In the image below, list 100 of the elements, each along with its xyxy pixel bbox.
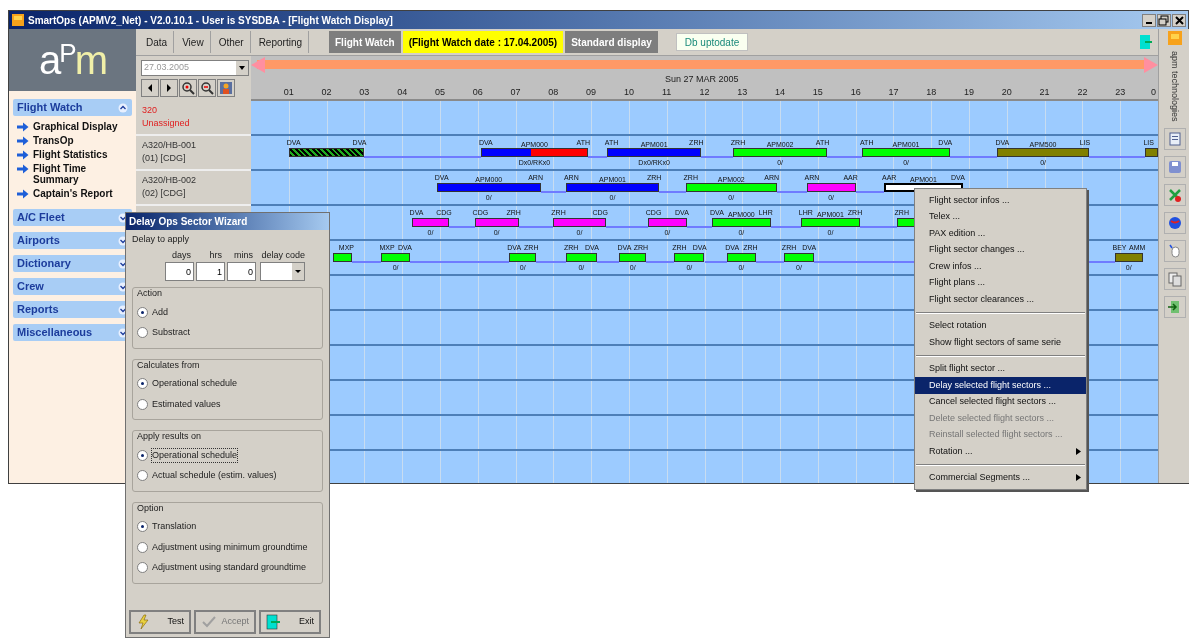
menu-item[interactable]: Other: [212, 31, 251, 53]
menu-item[interactable]: View: [176, 31, 211, 53]
close-button[interactable]: [1172, 13, 1186, 27]
number-field[interactable]: 0: [227, 262, 256, 281]
option-label: Adjustment using standard groundtime: [152, 561, 307, 574]
menu-item[interactable]: Delay selected flight sectors ...: [915, 377, 1086, 394]
radio-button[interactable]: [137, 541, 148, 553]
group-title: Action: [137, 287, 163, 300]
date-banner[interactable]: (Flight Watch date : 17.04.2005): [402, 31, 564, 53]
menu-item[interactable]: Flight sector changes ...: [915, 241, 1086, 258]
radio-button[interactable]: [137, 306, 148, 318]
sidebar-link[interactable]: Flight Time Summary: [33, 163, 123, 185]
menu-item[interactable]: Flight plans ...: [915, 274, 1086, 291]
menu-item[interactable]: Split flight sector ...: [915, 360, 1086, 377]
flight-bar[interactable]: [732, 148, 828, 157]
row-label: A320/HB-002: [142, 174, 198, 187]
zoom-out-button[interactable]: [198, 79, 216, 97]
flight-bar[interactable]: [800, 218, 861, 227]
flight-bar[interactable]: [712, 218, 771, 227]
sidebar-link[interactable]: Flight Statistics: [33, 149, 123, 160]
flight-bar[interactable]: [332, 253, 352, 262]
menu-item[interactable]: Telex ...: [915, 208, 1086, 225]
connector-line: [827, 156, 862, 158]
hour-label: 23: [1115, 86, 1126, 99]
delay-code-dropdown[interactable]: [260, 262, 305, 281]
radio-button[interactable]: [137, 470, 148, 482]
sidebar-link[interactable]: TransOp: [33, 135, 123, 146]
radio-button[interactable]: [137, 398, 148, 410]
radio-button[interactable]: [137, 327, 148, 339]
app-icon: [11, 13, 25, 27]
timeline-date: Sun 27 MAR 2005: [665, 73, 739, 86]
number-field[interactable]: 1: [196, 262, 225, 281]
previous-button[interactable]: [141, 79, 159, 97]
exit-button[interactable]: [1163, 295, 1186, 318]
flight-bar[interactable]: [381, 253, 410, 262]
toolbar-button[interactable]: Standard display: [565, 31, 658, 53]
radio-button[interactable]: [137, 449, 148, 461]
connector-line: [950, 156, 998, 158]
next-button[interactable]: [160, 79, 178, 97]
menu-item[interactable]: Flight sector clearances ...: [915, 291, 1086, 308]
globe-button[interactable]: [1163, 211, 1186, 234]
flight-bar[interactable]: [674, 253, 705, 262]
zoom-out-icon: [199, 80, 215, 96]
hour-label: 22: [1077, 86, 1088, 99]
menu-item[interactable]: Data: [140, 31, 175, 53]
flight-bar[interactable]: [565, 253, 597, 262]
flight-bar[interactable]: [1114, 253, 1143, 262]
row-label: A320/HB-001: [142, 139, 198, 152]
minimize-button[interactable]: [1142, 13, 1156, 27]
menu-item[interactable]: Rotation ...: [915, 443, 1086, 460]
radio-button[interactable]: [137, 521, 148, 533]
sidebar-section[interactable]: Flight Watch: [13, 99, 132, 116]
flight-bar[interactable]: [619, 253, 646, 262]
document-button[interactable]: [1163, 127, 1186, 150]
connector-line: [1088, 156, 1146, 158]
flight-bar[interactable]: [727, 253, 756, 262]
menu-item[interactable]: Cancel selected flight sectors ...: [915, 393, 1086, 410]
menu-item[interactable]: Flight sector infos ...: [915, 192, 1086, 209]
flight-bar[interactable]: [509, 253, 537, 262]
flight-bar[interactable]: [288, 148, 365, 157]
menu-item[interactable]: Crew infos ...: [915, 258, 1086, 275]
menu-item[interactable]: Show flight sectors of same serie: [915, 334, 1086, 351]
close-icon: [1173, 14, 1185, 26]
connector-line: [704, 261, 728, 263]
toolbar-button[interactable]: Flight Watch: [329, 31, 401, 53]
row-label: (02) [CDG]: [142, 187, 187, 200]
test-button[interactable]: Test: [129, 610, 191, 634]
minimize-icon: [1146, 22, 1152, 24]
mouse-button[interactable]: [1163, 239, 1186, 262]
document-icon: [1166, 130, 1183, 147]
option-label: Translation: [152, 520, 197, 533]
menu-item[interactable]: Select rotation: [915, 317, 1086, 334]
hour-label: 02: [321, 86, 332, 99]
menu-item[interactable]: Reporting: [252, 31, 309, 53]
sidebar-link[interactable]: Captain's Report: [33, 188, 123, 199]
sidebar-link[interactable]: Graphical Display: [33, 121, 123, 132]
hour-label: 11: [662, 86, 672, 99]
zoom-in-button[interactable]: [179, 79, 197, 97]
connector-line: [855, 191, 884, 193]
tools-button[interactable]: [1163, 183, 1186, 206]
hour-label: 12: [699, 86, 710, 99]
flight-bar[interactable]: [685, 183, 777, 192]
flight-bar[interactable]: [783, 253, 815, 262]
exit-button[interactable]: Exit: [259, 610, 321, 634]
radio-button[interactable]: [137, 562, 148, 574]
door-icon: [1140, 34, 1152, 50]
flight-bar[interactable]: [861, 148, 951, 157]
copy-button[interactable]: [1163, 267, 1186, 290]
menu-item[interactable]: PAX edition ...: [915, 225, 1086, 242]
radio-button[interactable]: [137, 378, 148, 390]
disk-button[interactable]: [1163, 155, 1186, 178]
menu-item[interactable]: Commercial Segments ...: [915, 469, 1086, 486]
arrow-icon: [17, 164, 29, 174]
row-label: 320: [142, 104, 159, 117]
restore-button[interactable]: [1157, 13, 1171, 27]
number-field[interactable]: 0: [165, 262, 194, 281]
connector-line: [587, 156, 607, 158]
flight-bar[interactable]: [647, 218, 687, 227]
hour-label: 21: [1039, 86, 1050, 99]
flight-bar[interactable]: [411, 218, 450, 227]
